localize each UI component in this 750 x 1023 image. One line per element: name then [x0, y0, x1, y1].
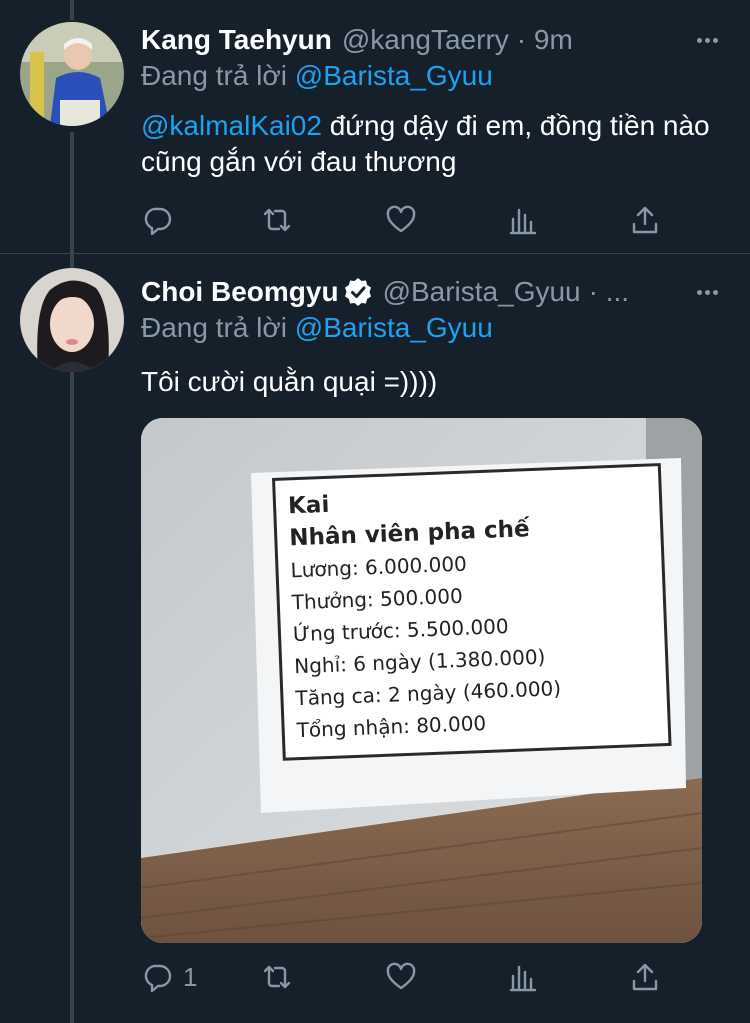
retweet-button[interactable] [261, 200, 293, 240]
replying-to: Đang trả lời @Barista_Gyuu [141, 312, 493, 344]
reply-count: 1 [183, 961, 198, 992]
more-options-icon[interactable] [692, 25, 722, 55]
like-icon [386, 205, 416, 233]
display-name[interactable]: Choi Beomgyu [141, 276, 339, 308]
more-options-icon[interactable] [692, 277, 722, 307]
like-button[interactable] [385, 200, 417, 240]
reply-button[interactable] [141, 200, 183, 240]
salary-note: Kai Nhân viên pha chế Lương: 6.000.000 T… [272, 463, 672, 761]
avatar-photo-icon [20, 22, 124, 126]
retweet-icon [263, 965, 291, 989]
action-bar [141, 200, 681, 240]
analytics-button[interactable] [507, 200, 539, 240]
share-icon [632, 963, 658, 991]
tweet-header: Choi Beomgyu @Barista_Gyuu · ... [141, 273, 629, 311]
tweet-1[interactable]: Kang Taehyun @kangTaerry · 9m Đang trả l… [0, 0, 750, 253]
analytics-icon [509, 965, 537, 992]
replying-to-link[interactable]: @Barista_Gyuu [295, 60, 493, 91]
retweet-button[interactable] [261, 957, 293, 997]
analytics-icon [509, 208, 537, 235]
reply-button[interactable]: 1 [141, 957, 197, 997]
like-button[interactable] [385, 957, 417, 997]
action-bar: 1 [141, 957, 681, 997]
replying-to-link[interactable]: @Barista_Gyuu [295, 312, 493, 343]
tweet-text: @kalmalKai02 đứng dậy đi em, đồng tiền n… [141, 108, 720, 180]
share-button[interactable] [629, 200, 661, 240]
tweet-media-photo[interactable]: Kai Nhân viên pha chế Lương: 6.000.000 T… [141, 418, 702, 943]
tweet-text: Tôi cười quằn quại =)))) [141, 366, 438, 397]
share-button[interactable] [629, 957, 661, 997]
reply-icon [144, 207, 172, 236]
verified-badge-icon [344, 278, 371, 306]
replying-to: Đang trả lời @Barista_Gyuu [141, 60, 493, 92]
tweet-header: Kang Taehyun @kangTaerry · 9m [141, 21, 573, 59]
retweet-icon [263, 208, 291, 232]
replying-prefix: Đang trả lời [141, 312, 287, 343]
replying-prefix: Đang trả lời [141, 60, 287, 91]
avatar[interactable] [20, 22, 124, 126]
display-name[interactable]: Kang Taehyun [141, 24, 332, 56]
reply-icon [144, 964, 172, 993]
avatar-photo-icon [20, 268, 124, 372]
analytics-button[interactable] [507, 957, 539, 997]
like-icon [386, 962, 416, 990]
handle[interactable]: @Barista_Gyuu [383, 276, 581, 308]
mention-link[interactable]: @kalmalKai02 [141, 110, 322, 141]
share-icon [632, 206, 658, 234]
handle[interactable]: @kangTaerry [342, 24, 509, 56]
avatar[interactable] [20, 268, 124, 372]
timestamp[interactable]: · ... [589, 276, 629, 308]
timestamp[interactable]: · 9m [517, 24, 573, 56]
